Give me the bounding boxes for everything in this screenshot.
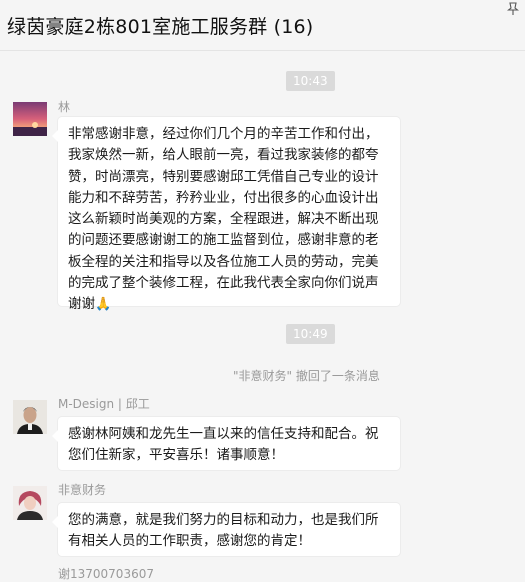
message-line: 您们住新家，平安喜乐！诸事顺意！ <box>68 447 284 464</box>
sender-name: 谢13700703607 <box>58 567 154 581</box>
avatar-woman-photo <box>13 486 47 520</box>
recall-notice: "非意财务" 撤回了一条消息 <box>233 369 380 383</box>
avatar-sunset-image <box>13 102 47 136</box>
message-line: 我家焕然一新，给人眼前一亮，看过我家装修的都夸 <box>68 147 379 164</box>
avatar-lin[interactable] <box>13 102 47 136</box>
message-line: 这么新颖时尚美观的方案，全程跟进，解决不断出现 <box>68 211 379 228</box>
message-line: 非常感谢非意，经过你们几个月的辛苦工作和付出， <box>68 126 379 142</box>
avatar-finance[interactable] <box>13 486 47 520</box>
message-line: 能力和不辞劳苦，矜矜业业，付出很多的心血设计出 <box>68 189 379 206</box>
pin-icon[interactable] <box>507 2 519 16</box>
message-line: 的问题还要感谢谢工的施工监督到位，感谢非意的老 <box>68 232 379 249</box>
message-line: 谢谢🙏 <box>68 294 390 315</box>
chat-header: 绿茵豪庭2栋801室施工服务群 (16) <box>0 0 525 51</box>
message-text: 谢谢 <box>68 296 95 313</box>
avatar-m-design[interactable] <box>13 400 47 434</box>
message-line: 有相关人员的工作职责，感谢您的肯定！ <box>68 533 311 550</box>
avatar-man-photo <box>13 400 47 434</box>
message-line: 感谢林阿姨和龙先生一直以来的信任支持和配合。祝 <box>68 426 379 442</box>
avatar-partial[interactable] <box>13 568 47 573</box>
message-line: 您的满意，就是我们努力的目标和动力，也是我们所 <box>68 512 379 528</box>
message-bubble[interactable]: 您的满意，就是我们努力的目标和动力，也是我们所 有相关人员的工作职责，感谢您的肯… <box>52 503 400 556</box>
timestamp: 10:49 <box>286 324 335 344</box>
message-line: 的完成了整个装修工程，在此我代表全家向你们说声 <box>68 275 379 292</box>
sender-name: M-Design | 邱工 <box>58 397 150 411</box>
chat-title: 绿茵豪庭2栋801室施工服务群 (16) <box>7 16 314 38</box>
message-bubble[interactable]: 感谢林阿姨和龙先生一直以来的信任支持和配合。祝 您们住新家，平安喜乐！诸事顺意！ <box>52 417 400 470</box>
sender-name: 林 <box>58 100 71 114</box>
praying-hands-icon: 🙏 <box>95 297 112 313</box>
timestamp: 10:43 <box>286 71 335 91</box>
sender-name: 非意财务 <box>58 483 107 497</box>
message-bubble[interactable]: 非常感谢非意，经过你们几个月的辛苦工作和付出， 我家焕然一新，给人眼前一亮，看过… <box>52 117 400 312</box>
message-line: 赞，时尚漂亮，特别要感谢邱工凭借自己专业的设计 <box>68 168 379 185</box>
message-line: 板全程的关注和指导以及各位施工人员的劳动，完美 <box>68 253 379 270</box>
